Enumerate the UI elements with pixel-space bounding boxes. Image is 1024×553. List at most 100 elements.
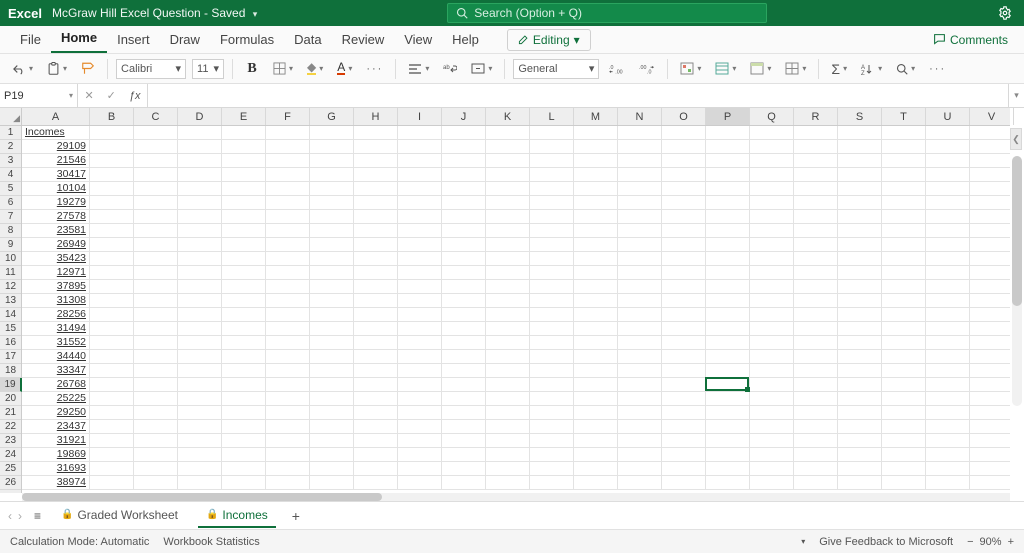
cell[interactable] bbox=[266, 154, 310, 168]
cell[interactable] bbox=[794, 364, 838, 378]
cell[interactable] bbox=[662, 182, 706, 196]
cell[interactable] bbox=[398, 476, 442, 490]
sheet-tab-incomes[interactable]: 🔒 Incomes bbox=[198, 504, 276, 528]
row-header[interactable]: 23 bbox=[0, 434, 21, 448]
cell[interactable] bbox=[530, 406, 574, 420]
cell[interactable] bbox=[838, 266, 882, 280]
cell[interactable] bbox=[310, 140, 354, 154]
cell[interactable] bbox=[750, 350, 794, 364]
cell[interactable] bbox=[574, 238, 618, 252]
add-sheet-button[interactable]: + bbox=[288, 508, 304, 524]
cell[interactable] bbox=[530, 154, 574, 168]
cell[interactable] bbox=[486, 462, 530, 476]
column-header[interactable]: D bbox=[178, 108, 222, 125]
cell[interactable] bbox=[90, 308, 134, 322]
cell[interactable] bbox=[618, 308, 662, 322]
cell[interactable] bbox=[178, 224, 222, 238]
cell[interactable] bbox=[178, 336, 222, 350]
cell[interactable] bbox=[926, 238, 970, 252]
font-more-button[interactable]: ··· bbox=[362, 58, 387, 80]
row-header[interactable]: 13 bbox=[0, 294, 21, 308]
cell[interactable] bbox=[90, 392, 134, 406]
cell[interactable] bbox=[266, 308, 310, 322]
cell[interactable] bbox=[750, 294, 794, 308]
cell[interactable] bbox=[662, 448, 706, 462]
cell[interactable] bbox=[618, 476, 662, 490]
cell[interactable] bbox=[178, 182, 222, 196]
cell[interactable] bbox=[310, 294, 354, 308]
cell[interactable] bbox=[970, 350, 1010, 364]
cell[interactable]: 34440 bbox=[22, 350, 90, 364]
cell[interactable] bbox=[530, 378, 574, 392]
cell[interactable]: 31494 bbox=[22, 322, 90, 336]
cell[interactable] bbox=[882, 140, 926, 154]
cell[interactable] bbox=[706, 336, 750, 350]
column-header[interactable]: U bbox=[926, 108, 970, 125]
cell[interactable] bbox=[970, 280, 1010, 294]
cell[interactable] bbox=[530, 266, 574, 280]
cell[interactable] bbox=[530, 126, 574, 140]
number-format-selector[interactable]: General▾ bbox=[513, 59, 599, 79]
row-header[interactable]: 11 bbox=[0, 266, 21, 280]
all-sheets-icon[interactable]: ≡ bbox=[34, 509, 41, 523]
cell[interactable] bbox=[706, 238, 750, 252]
cell[interactable] bbox=[926, 168, 970, 182]
cell[interactable] bbox=[882, 476, 926, 490]
cell[interactable] bbox=[838, 126, 882, 140]
cell[interactable] bbox=[354, 238, 398, 252]
font-color-button[interactable]: A▾ bbox=[333, 58, 356, 80]
cell[interactable] bbox=[442, 280, 486, 294]
cell[interactable] bbox=[486, 448, 530, 462]
cell[interactable] bbox=[354, 168, 398, 182]
cell[interactable] bbox=[90, 224, 134, 238]
cell[interactable] bbox=[398, 406, 442, 420]
cell[interactable] bbox=[970, 364, 1010, 378]
cell[interactable] bbox=[618, 182, 662, 196]
expand-formula-bar-icon[interactable]: ▾ bbox=[1008, 84, 1024, 107]
cell[interactable] bbox=[794, 462, 838, 476]
cell[interactable] bbox=[134, 168, 178, 182]
cell[interactable] bbox=[662, 378, 706, 392]
cell[interactable] bbox=[838, 406, 882, 420]
cell[interactable] bbox=[398, 210, 442, 224]
cell[interactable] bbox=[662, 336, 706, 350]
cell[interactable] bbox=[398, 224, 442, 238]
cell[interactable] bbox=[442, 238, 486, 252]
cell[interactable] bbox=[310, 126, 354, 140]
cell[interactable] bbox=[926, 308, 970, 322]
cell[interactable] bbox=[90, 280, 134, 294]
cell[interactable] bbox=[838, 336, 882, 350]
cell[interactable] bbox=[90, 378, 134, 392]
cell[interactable] bbox=[310, 266, 354, 280]
cell[interactable] bbox=[530, 168, 574, 182]
cell[interactable] bbox=[750, 378, 794, 392]
cell[interactable] bbox=[310, 168, 354, 182]
cell[interactable] bbox=[310, 420, 354, 434]
cell[interactable] bbox=[750, 392, 794, 406]
cell[interactable] bbox=[970, 294, 1010, 308]
cell[interactable] bbox=[926, 434, 970, 448]
cell[interactable] bbox=[90, 154, 134, 168]
column-header[interactable]: T bbox=[882, 108, 926, 125]
cell[interactable] bbox=[266, 126, 310, 140]
cell[interactable] bbox=[442, 420, 486, 434]
format-as-table-button[interactable]: ▾ bbox=[711, 58, 740, 80]
cell[interactable] bbox=[618, 168, 662, 182]
document-title[interactable]: McGraw Hill Excel Question - Saved ▾ bbox=[52, 6, 257, 20]
cell[interactable] bbox=[882, 168, 926, 182]
cell[interactable]: 30417 bbox=[22, 168, 90, 182]
cell[interactable] bbox=[134, 378, 178, 392]
cell[interactable] bbox=[750, 406, 794, 420]
cell[interactable] bbox=[266, 196, 310, 210]
cell[interactable] bbox=[442, 434, 486, 448]
cell[interactable] bbox=[662, 168, 706, 182]
cell[interactable] bbox=[794, 392, 838, 406]
cell[interactable] bbox=[574, 294, 618, 308]
column-header[interactable]: Q bbox=[750, 108, 794, 125]
cell[interactable] bbox=[618, 434, 662, 448]
cell[interactable] bbox=[926, 210, 970, 224]
cell[interactable] bbox=[354, 154, 398, 168]
chevron-down-icon[interactable]: ▾ bbox=[253, 9, 258, 19]
cell[interactable] bbox=[134, 392, 178, 406]
cell[interactable] bbox=[442, 350, 486, 364]
